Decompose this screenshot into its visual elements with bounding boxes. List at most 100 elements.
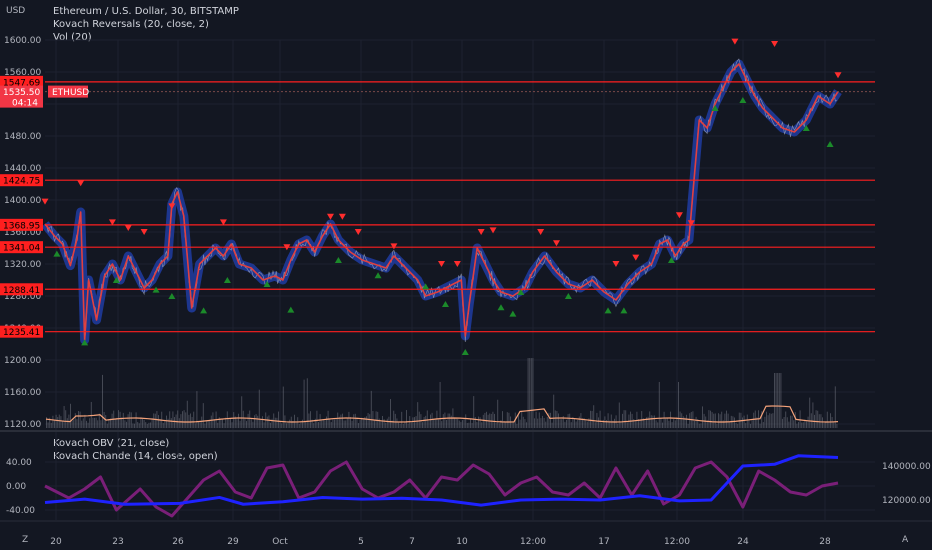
volume-bar: [650, 415, 652, 428]
volume-bar: [433, 418, 435, 428]
volume-bar: [335, 418, 337, 428]
volume-bar: [217, 422, 219, 428]
volume-bar: [618, 402, 620, 428]
volume-bar: [63, 406, 65, 428]
volume-bar: [577, 419, 579, 428]
symbol-tag: ETHUSD: [52, 88, 89, 98]
volume-bar: [286, 423, 287, 428]
volume-bar: [263, 422, 265, 428]
volume-bar: [177, 410, 179, 428]
volume-bar: [783, 416, 785, 428]
volume-bar: [356, 417, 358, 428]
volume-bar: [369, 414, 371, 428]
volume-bar: [81, 420, 83, 428]
volume-bar: [362, 419, 364, 428]
volume-bar: [65, 410, 67, 428]
volume-bar: [518, 415, 519, 428]
volume-bar: [135, 412, 137, 428]
volume-bar: [84, 414, 86, 428]
volume-bar: [124, 420, 126, 428]
volume-bar: [388, 416, 390, 428]
volume-bar: [97, 420, 99, 428]
volume-bar: [444, 412, 446, 428]
volume-bar: [506, 412, 508, 428]
volume-bar: [150, 422, 151, 428]
reversal-down-marker: [124, 225, 132, 231]
volume-bar: [226, 411, 228, 428]
volume-bar: [254, 415, 255, 428]
volume-bar: [770, 413, 772, 428]
volume-bar: [660, 417, 662, 428]
volume-bar: [735, 422, 737, 428]
volume-bar: [466, 423, 468, 428]
volume-bar: [92, 417, 94, 428]
volume-bar: [134, 423, 135, 428]
volume-bar: [305, 421, 307, 428]
volume-bar: [759, 423, 761, 428]
volume-bar: [644, 420, 646, 428]
volume-bar: [535, 411, 537, 428]
volume-bar: [626, 422, 628, 428]
reversal-up-marker: [497, 304, 505, 311]
volume-bar: [132, 423, 134, 428]
volume-bar: [734, 417, 735, 428]
volume-bar: [302, 419, 303, 428]
volume-bar: [180, 414, 182, 428]
volume-bar: [103, 411, 105, 428]
volume-bar: [482, 414, 484, 428]
reversal-up-marker: [53, 250, 61, 257]
volume-bar: [623, 410, 625, 428]
kovach-chande-line: [44, 460, 839, 518]
volume-bar: [711, 412, 713, 428]
volume-bar: [791, 415, 793, 428]
volume-bar: [410, 422, 412, 428]
volume-bar: [478, 416, 479, 428]
volume-bar: [724, 413, 726, 428]
volume-bar: [812, 402, 814, 428]
volume-bar: [415, 416, 417, 428]
volume-bar: [508, 412, 510, 428]
volume-bar: [463, 419, 465, 428]
volume-bar: [630, 411, 631, 428]
volume-bar: [777, 373, 779, 428]
chart-canvas[interactable]: 1600.001560.001520.001480.001440.001400.…: [0, 0, 932, 550]
volume-bar: [721, 411, 723, 428]
volume-bar: [502, 411, 503, 428]
volume-bar: [585, 420, 587, 428]
volume-bar: [689, 413, 691, 428]
volume-bar: [532, 358, 534, 428]
lower-right-tick-label: 140000.00: [882, 462, 931, 472]
volume-bar: [54, 420, 55, 428]
volume-bar: [687, 423, 689, 428]
volume-bar: [695, 416, 697, 428]
volume-bar: [201, 416, 203, 428]
reversal-down-marker: [632, 254, 640, 261]
reversal-down-marker: [552, 240, 560, 247]
volume-bar: [300, 422, 302, 428]
volume-bar: [322, 419, 324, 428]
volume-bar: [663, 411, 665, 428]
volume-bar: [522, 416, 524, 428]
volume-bar: [246, 421, 247, 428]
volume-bar: [127, 414, 129, 428]
volume-bar: [745, 423, 747, 428]
volume-bar: [788, 421, 790, 428]
reversal-down-marker: [326, 213, 334, 220]
volume-ma-line: [45, 405, 839, 423]
volume-bar: [423, 416, 425, 428]
volume-bar: [324, 420, 326, 428]
volume-bar: [498, 423, 500, 428]
volume-bar: [278, 411, 279, 428]
volume-bar: [98, 413, 100, 428]
volume-bar: [786, 417, 788, 428]
volume-bar: [79, 411, 81, 428]
lower-left-tick-label: 40.00: [6, 458, 32, 468]
time-tick-label: 5: [358, 537, 364, 547]
volume-bar: [297, 417, 299, 428]
volume-bar: [719, 414, 721, 428]
volume-bar: [386, 418, 388, 428]
level-label: 1341.04: [3, 244, 40, 254]
volume-bar: [298, 423, 300, 428]
volume-bar: [289, 419, 291, 428]
volume-bar: [665, 418, 667, 428]
